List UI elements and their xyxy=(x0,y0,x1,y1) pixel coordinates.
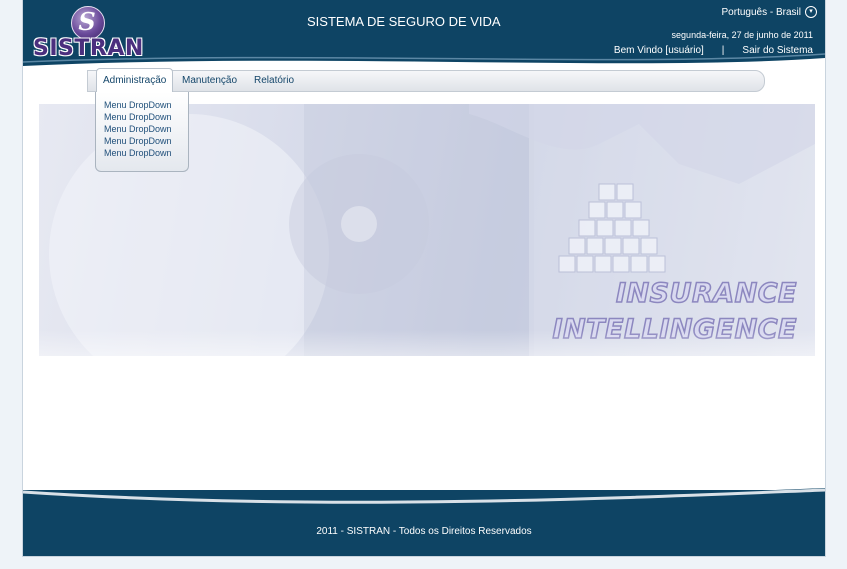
tab-manutencao[interactable]: Manutenção xyxy=(182,71,237,91)
dropdown-menu-item[interactable]: Menu DropDown xyxy=(96,135,188,147)
slogan-line-1: INSURANCE xyxy=(615,277,797,310)
language-selector[interactable]: Português - Brasil ▾ xyxy=(722,6,817,18)
logout-link[interactable]: Sair do Sistema xyxy=(742,45,813,56)
tab-relatorio[interactable]: Relatório xyxy=(254,71,294,91)
current-date: segunda-feira, 27 de junho de 2011 xyxy=(671,30,813,40)
user-bar: Bem Vindo [usuário] | Sair do Sistema xyxy=(614,45,813,56)
dropdown-menu-item[interactable]: Menu DropDown xyxy=(96,147,188,159)
dropdown-menu-item[interactable]: Menu DropDown xyxy=(96,123,188,135)
app-title: SISTEMA DE SEGURO DE VIDA xyxy=(307,14,501,29)
welcome-user-link[interactable]: Bem Vindo [usuário] xyxy=(614,45,704,56)
language-label: Português - Brasil xyxy=(721,6,801,18)
header: S SISTRAN SISTEMA DE SEGURO DE VIDA Port… xyxy=(23,0,825,70)
user-bar-separator: | xyxy=(721,45,725,56)
logo-s-glyph: S xyxy=(78,7,96,36)
tab-administracao[interactable]: Administração xyxy=(96,68,174,92)
page-frame: S SISTRAN SISTEMA DE SEGURO DE VIDA Port… xyxy=(22,0,826,557)
copyright-text: 2011 - SISTRAN - Todos os Direitos Reser… xyxy=(316,526,532,537)
dropdown-menu-item[interactable]: Menu DropDown xyxy=(96,99,188,111)
main-menu: Administração Manutenção Relatório xyxy=(87,68,765,92)
administracao-dropdown: Menu DropDown Menu DropDown Menu DropDow… xyxy=(95,92,189,172)
sistran-logo[interactable]: S SISTRAN xyxy=(31,2,151,64)
footer-wave xyxy=(23,488,825,512)
chevron-down-icon[interactable]: ▾ xyxy=(805,6,817,18)
logo-text: SISTRAN xyxy=(33,36,144,61)
hero-fade xyxy=(39,330,815,390)
dropdown-menu-item[interactable]: Menu DropDown xyxy=(96,111,188,123)
